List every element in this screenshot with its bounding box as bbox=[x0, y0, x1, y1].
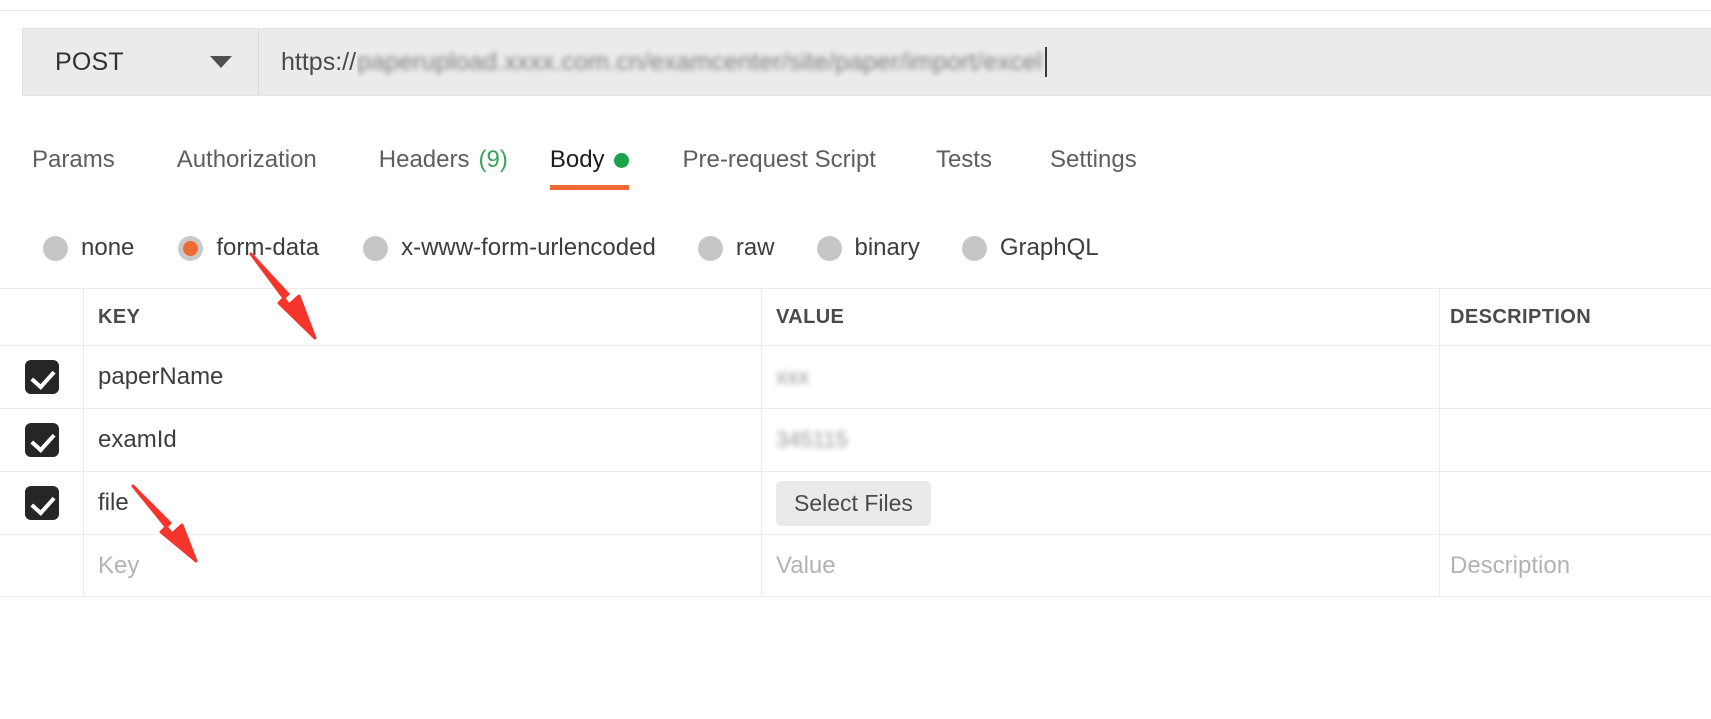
radio-x-www-form-urlencoded-label: x-www-form-urlencoded bbox=[401, 234, 656, 262]
header-cell-checkbox bbox=[0, 289, 84, 345]
row-value-redacted: xxx bbox=[776, 364, 809, 390]
url-bar: POST https:// paperupload.xxxx.com.cn/ex… bbox=[22, 28, 1711, 96]
tab-headers-count: (9) bbox=[479, 146, 508, 174]
row-enabled-checkbox[interactable] bbox=[25, 423, 59, 457]
placeholder-checkbox-cell bbox=[0, 535, 84, 596]
request-tabs: Params Authorization Headers (9) Body Pr… bbox=[0, 146, 1711, 204]
table-row: paperName xxx bbox=[0, 345, 1711, 408]
placeholder-key-cell[interactable]: Key bbox=[84, 535, 762, 596]
table-header-row: KEY VALUE DESCRIPTION bbox=[0, 288, 1711, 345]
url-input[interactable]: https:// paperupload.xxxx.com.cn/examcen… bbox=[259, 29, 1711, 95]
tab-settings-label: Settings bbox=[1050, 146, 1137, 174]
tab-authorization[interactable]: Authorization bbox=[177, 146, 317, 190]
tab-headers[interactable]: Headers (9) bbox=[379, 146, 508, 190]
table-row: examId 345115 bbox=[0, 408, 1711, 471]
chevron-down-icon bbox=[210, 56, 232, 68]
row-enabled-checkbox[interactable] bbox=[25, 360, 59, 394]
radio-form-data-label: form-data bbox=[216, 234, 319, 262]
header-cell-value: VALUE bbox=[762, 289, 1440, 345]
row-value-cell[interactable]: xxx bbox=[762, 346, 1440, 408]
url-protocol-text: https:// bbox=[281, 48, 356, 77]
placeholder-value-cell[interactable]: Value bbox=[762, 535, 1440, 596]
row-description-cell[interactable] bbox=[1440, 346, 1711, 408]
row-key-cell[interactable]: examId bbox=[84, 409, 762, 471]
row-checkbox-cell bbox=[0, 346, 84, 408]
radio-raw-icon bbox=[698, 236, 723, 261]
select-files-button[interactable]: Select Files bbox=[776, 481, 931, 526]
empty-area bbox=[0, 600, 1711, 719]
row-value-cell[interactable]: 345115 bbox=[762, 409, 1440, 471]
form-data-table: KEY VALUE DESCRIPTION paperName xxx bbox=[0, 288, 1711, 597]
row-description-cell[interactable] bbox=[1440, 472, 1711, 534]
table-row: file Select Files bbox=[0, 471, 1711, 534]
radio-form-data-icon bbox=[178, 236, 203, 261]
radio-form-data[interactable]: form-data bbox=[178, 234, 319, 262]
header-cell-key: KEY bbox=[84, 289, 762, 345]
radio-none-label: none bbox=[81, 234, 134, 262]
row-value-cell: Select Files bbox=[762, 472, 1440, 534]
row-key-cell[interactable]: file bbox=[84, 472, 762, 534]
row-key-text: paperName bbox=[98, 363, 223, 391]
tab-tests-label: Tests bbox=[936, 146, 992, 174]
tab-body-label: Body bbox=[550, 146, 605, 174]
radio-raw[interactable]: raw bbox=[698, 234, 775, 262]
row-enabled-checkbox[interactable] bbox=[25, 486, 59, 520]
http-method-label: POST bbox=[55, 48, 124, 77]
postman-request-builder: POST https:// paperupload.xxxx.com.cn/ex… bbox=[0, 0, 1711, 719]
active-tab-underline bbox=[550, 185, 629, 190]
body-type-radio-group: none form-data x-www-form-urlencoded raw… bbox=[0, 224, 1711, 272]
top-divider bbox=[0, 10, 1711, 11]
row-value-redacted: 345115 bbox=[776, 427, 848, 453]
tab-settings[interactable]: Settings bbox=[1050, 146, 1137, 190]
placeholder-description-text: Description bbox=[1450, 552, 1570, 580]
tab-tests[interactable]: Tests bbox=[936, 146, 992, 190]
radio-x-www-form-urlencoded[interactable]: x-www-form-urlencoded bbox=[363, 234, 656, 262]
radio-raw-label: raw bbox=[736, 234, 775, 262]
row-key-text: examId bbox=[98, 426, 177, 454]
row-key-text: file bbox=[98, 489, 129, 517]
radio-binary-icon bbox=[817, 236, 842, 261]
row-key-cell[interactable]: paperName bbox=[84, 346, 762, 408]
tab-pre-request-script-label: Pre-request Script bbox=[683, 146, 876, 174]
placeholder-description-cell[interactable]: Description bbox=[1440, 535, 1711, 596]
body-modified-dot-icon bbox=[614, 153, 629, 168]
tab-body[interactable]: Body bbox=[550, 146, 629, 190]
radio-x-www-form-urlencoded-icon bbox=[363, 236, 388, 261]
table-placeholder-row: Key Value Description bbox=[0, 534, 1711, 597]
tab-headers-label: Headers bbox=[379, 146, 470, 174]
url-redacted-text: paperupload.xxxx.com.cn/examcenter/site/… bbox=[357, 47, 1047, 77]
tab-pre-request-script[interactable]: Pre-request Script bbox=[683, 146, 876, 190]
tab-authorization-label: Authorization bbox=[177, 146, 317, 174]
tab-params[interactable]: Params bbox=[32, 146, 115, 190]
row-checkbox-cell bbox=[0, 409, 84, 471]
header-cell-description: DESCRIPTION bbox=[1440, 289, 1711, 345]
placeholder-value-text: Value bbox=[776, 552, 836, 580]
row-checkbox-cell bbox=[0, 472, 84, 534]
radio-binary[interactable]: binary bbox=[817, 234, 920, 262]
radio-binary-label: binary bbox=[855, 234, 920, 262]
row-description-cell[interactable] bbox=[1440, 409, 1711, 471]
radio-graphql[interactable]: GraphQL bbox=[962, 234, 1099, 262]
radio-none-icon bbox=[43, 236, 68, 261]
radio-graphql-label: GraphQL bbox=[1000, 234, 1099, 262]
placeholder-key-text: Key bbox=[98, 552, 139, 580]
http-method-select[interactable]: POST bbox=[23, 29, 259, 95]
radio-graphql-icon bbox=[962, 236, 987, 261]
tab-params-label: Params bbox=[32, 146, 115, 174]
radio-none[interactable]: none bbox=[43, 234, 134, 262]
